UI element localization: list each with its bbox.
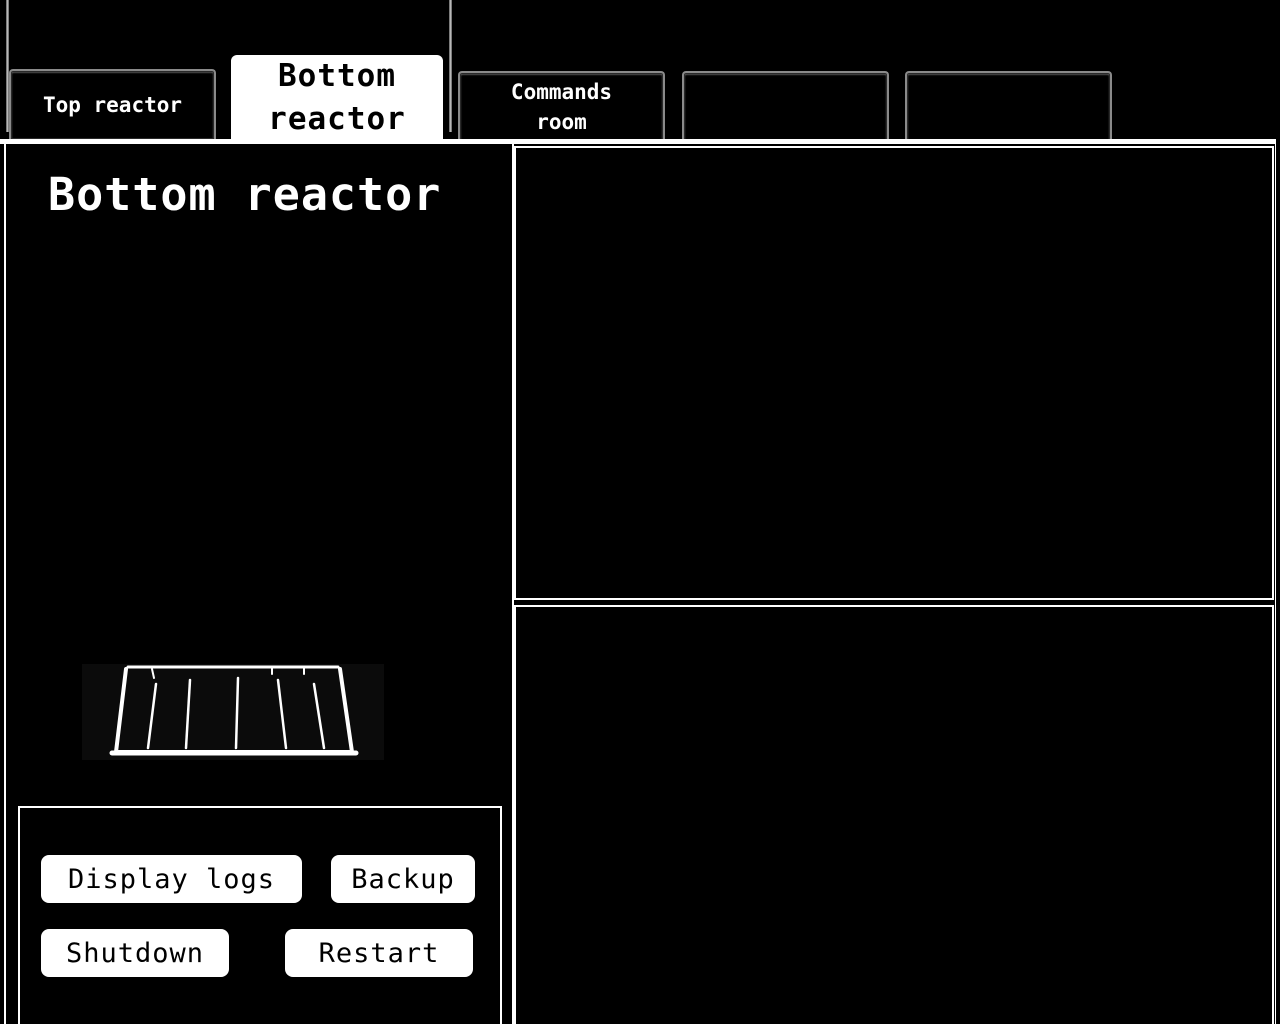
tab-top-reactor[interactable]: Top reactor [9, 69, 216, 139]
page-title: Bottom reactor [48, 168, 442, 221]
tab-commands-room-label-line2: room [536, 109, 587, 134]
tab-bottom-reactor-label-line2: reactor [268, 101, 406, 137]
tab-commands-room[interactable]: Commands room [458, 71, 665, 140]
tab-empty-4[interactable] [682, 71, 889, 140]
display-logs-button[interactable]: Display logs [41, 855, 302, 903]
tab-commands-room-label-line1: Commands [510, 79, 613, 104]
monitor-panel-bottom [514, 605, 1274, 1024]
monitor-panel-top [514, 146, 1274, 600]
tab-bottom-reactor[interactable]: Bottom reactor [231, 55, 443, 141]
tab-divider [449, 0, 452, 132]
reactor-core-icon [82, 664, 384, 760]
tab-empty-5[interactable] [905, 71, 1112, 140]
shutdown-button[interactable]: Shutdown [41, 929, 229, 977]
backup-button[interactable]: Backup [331, 855, 475, 903]
tab-bar: Top reactor Bottom reactor Commands room [0, 0, 1280, 141]
reactor-panel: Bottom reactor Display logs Backup Shutd… [4, 144, 514, 1024]
tab-bottom-reactor-label-line1: Bottom [278, 58, 396, 94]
restart-button[interactable]: Restart [285, 929, 473, 977]
tab-top-reactor-label: Top reactor [42, 93, 183, 117]
content-frame-right-border [1275, 139, 1280, 1024]
reactor-controls: Display logs Backup Shutdown Restart [18, 806, 502, 1024]
